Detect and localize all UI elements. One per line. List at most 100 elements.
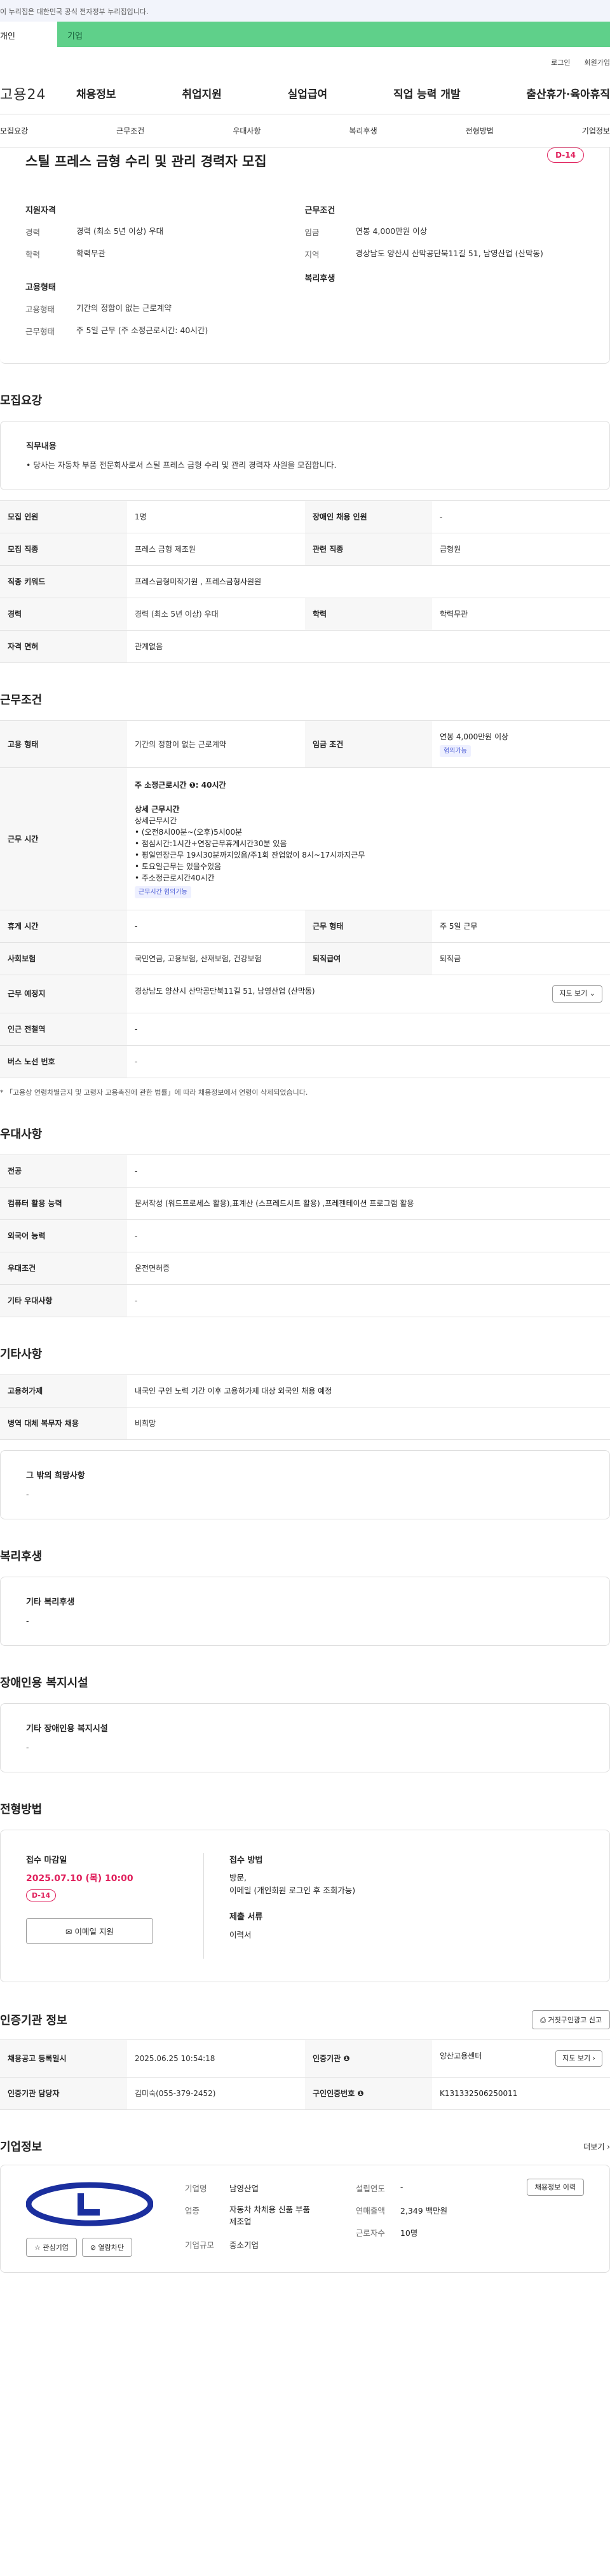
join-link[interactable]: 회원가입 (585, 57, 610, 72)
tab-personal[interactable]: 개인 (0, 22, 57, 47)
wish-box: 그 밖의 희망사항 - (0, 1449, 610, 1519)
tab-company[interactable]: 기업 (57, 22, 610, 47)
recruit-section-title: 모집요강 (0, 394, 43, 408)
cell-value: - (127, 1012, 610, 1046)
cell-key: 외국어 능력 (0, 1219, 127, 1252)
cell-value: - (127, 1284, 610, 1317)
work-type-label: 근무형태 (25, 327, 55, 336)
weekly-hours: 주 소정근로시간 ❶: 40시간 (135, 781, 226, 790)
negotiable-chip: 협의가능 (440, 745, 471, 757)
work-place-value: 경상남도 양산시 산막공단북11길 51, 남영산업 (산막동) (135, 987, 315, 996)
conditions-heading: 근무조건 (304, 206, 336, 216)
login-link[interactable]: 로그인 (551, 57, 570, 72)
subnav-recruit[interactable]: 모집요강 (0, 125, 28, 136)
cell-value: 1명 (127, 500, 305, 533)
table-row: 직종 키워드 프레스금형미작기원 , 프레스금형사원원 (0, 565, 610, 598)
table-row: 경력 경력 (최소 5년 이상) 우대 학력 학력무관 (0, 598, 610, 631)
user-type-tabs: 개인 기업 (0, 22, 610, 47)
cell-key: 관련 직종 (305, 533, 432, 566)
table-row: 버스 노선 번호 - (0, 1045, 610, 1078)
docs-heading: 제출 서류 (229, 1912, 263, 1922)
disability-section-title: 장애인용 복지시설 (0, 1676, 88, 1690)
hours-line: • 주소정근로시간40시간 (135, 874, 215, 882)
cell-value: K131332506250011 (432, 2077, 610, 2110)
cell-value: 내국인 구인 노력 기간 이후 고용허가제 대상 외국인 채용 예정 (127, 1374, 610, 1408)
wage-label: 임금 (304, 228, 320, 237)
disability-box-heading: 기타 장애인용 복지시설 (26, 1723, 108, 1734)
employment-heading: 고용형태 (25, 283, 56, 292)
table-row: 우대조건 운전면허증 (0, 1251, 610, 1285)
nav-jobs[interactable]: 채용정보 (76, 85, 116, 101)
hours-line: • 평일연장근무 19시30분까지있음/주1회 잔업없이 8시~17시까지근무 (135, 851, 365, 860)
cell-value: 운전면허증 (127, 1251, 610, 1285)
employment-type-label: 고용형태 (25, 305, 55, 314)
education-label: 학력 (25, 250, 41, 259)
cert-agency-value: 양산고용센터 (440, 2051, 482, 2060)
block-view-button[interactable]: ⊘ 열람차단 (81, 2238, 133, 2257)
cell-value: - (127, 1219, 610, 1252)
table-row: 채용공고 등록일시 2025.06.25 10:54:18 인증기관 ❶ 양산고용센터… (0, 2039, 610, 2078)
cell-key: 버스 노선 번호 (0, 1045, 127, 1078)
subnav-selection[interactable]: 전형방법 (466, 125, 494, 136)
cell-value: - (127, 1045, 610, 1078)
method-value: 방문, 이메일 (개인회원 로그인 후 조회가능) (229, 1872, 356, 1895)
cell-key: 인증기관 ❶ (305, 2039, 432, 2078)
industry-label: 업종 (185, 2206, 200, 2216)
wish-heading: 그 밖의 희망사항 (26, 1470, 85, 1481)
subnav-conditions[interactable]: 근무조건 (116, 125, 144, 136)
cert-map-button[interactable]: 지도 보기 › (555, 2050, 602, 2067)
other-section-title: 기타사항 (0, 1347, 43, 1361)
cell-key: 퇴직급여 (305, 942, 432, 975)
employees-value: 10명 (400, 2228, 418, 2238)
nav-parental-leave[interactable]: 출산휴가·육아휴직 (526, 85, 610, 101)
company-more-link[interactable]: 더보기 › (583, 2141, 610, 2152)
duty-box: 직무내용 • 당사는 자동차 부품 전문회사로서 스틸 프레스 금형 수리 및 … (0, 421, 610, 490)
cell-key: 사회보험 (0, 942, 127, 975)
subnav-welfare[interactable]: 복리후생 (349, 125, 377, 136)
favorite-company-button[interactable]: ☆ 관심기업 (26, 2238, 77, 2257)
hours-line: • 토요일근무는 있을수있음 (135, 862, 222, 871)
docs-value: 이력서 (229, 1929, 252, 1940)
cell-value: 2025.06.25 10:54:18 (127, 2039, 305, 2078)
cell-key: 학력 (305, 598, 432, 631)
company-size-value: 중소기업 (229, 2240, 259, 2250)
table-row: 근무 예정지 경상남도 양산시 산막공단북11길 51, 남영산업 (산막동) 지도… (0, 975, 610, 1013)
nav-vocational-training[interactable]: 직업 능력 개발 (393, 85, 461, 101)
preference-table: 전공 - 컴퓨터 활용 능력 문서작성 (워드프로세스 활용),표계산 (스프레드시… (0, 1154, 610, 1317)
cell-key: 기타 우대사항 (0, 1284, 127, 1317)
cell-key: 직종 키워드 (0, 565, 127, 598)
duty-text: • 당사는 자동차 부품 전문회사로서 스틸 프레스 금형 수리 및 관리 경력… (26, 460, 337, 470)
detail-hours-heading: 상세 근무시간 (135, 805, 180, 814)
table-row: 휴게 시간 - 근무 형태 주 5일 근무 (0, 910, 610, 943)
career-label: 경력 (25, 228, 41, 237)
cell-key: 채용공고 등록일시 (0, 2039, 127, 2078)
report-false-ad-button[interactable]: ⎙ 거짓구인광고 신고 (532, 2010, 610, 2029)
hours-line: • (오전8시00분~(오후)5시00분 (135, 828, 243, 837)
wish-value: - (26, 1489, 29, 1499)
nav-unemployment-benefit[interactable]: 실업급여 (288, 85, 328, 101)
section-nav: 모집요강 근무조건 우대사항 복리후생 전형방법 기업정보 (0, 114, 610, 147)
cell-value: 국민연금, 고용보험, 산재보험, 건강보험 (127, 942, 305, 975)
job-title: 스틸 프레스 금형 수리 및 관리 경력자 모집 (25, 154, 267, 169)
nav-employment-support[interactable]: 취업지원 (182, 85, 222, 101)
subnav-preference[interactable]: 우대사항 (233, 125, 261, 136)
company-logo-icon (25, 2182, 154, 2226)
site-logo[interactable]: 고용24 (0, 83, 76, 104)
table-row: 근무 시간 주 소정근로시간 ❶: 40시간 상세 근무시간 상세근무시간 • … (0, 767, 610, 910)
founded-label: 설립연도 (355, 2184, 385, 2193)
welfare-heading: 복리후생 (304, 274, 336, 284)
table-row: 외국어 능력 - (0, 1219, 610, 1252)
cell-key: 컴퓨터 활용 능력 (0, 1186, 127, 1220)
conditions-section-title: 근무조건 (0, 694, 43, 707)
email-apply-button[interactable]: ✉ 이메일 지원 (26, 1917, 153, 1944)
map-toggle-button[interactable]: 지도 보기 ⌄ (552, 985, 602, 1003)
subnav-company[interactable]: 기업정보 (582, 125, 610, 136)
utility-bar: 로그인 회원가입 (0, 47, 610, 72)
job-history-button[interactable]: 채용정보 이력 (526, 2179, 584, 2196)
job-summary-card: 스틸 프레스 금형 수리 및 관리 경력자 모집 D-14 지원자격 경력 경력 … (0, 147, 610, 364)
company-size-label: 기업규모 (185, 2240, 215, 2250)
hours-negotiable-chip: 근무시간 협의가능 (135, 886, 191, 898)
cell-value: - (127, 1154, 610, 1188)
cell-value: 비희망 (127, 1406, 610, 1440)
recruit-table: 모집 인원 1명 장애인 채용 인원 - 모집 직종 프레스 금형 제조원 관련 직종 금형… (0, 500, 610, 663)
